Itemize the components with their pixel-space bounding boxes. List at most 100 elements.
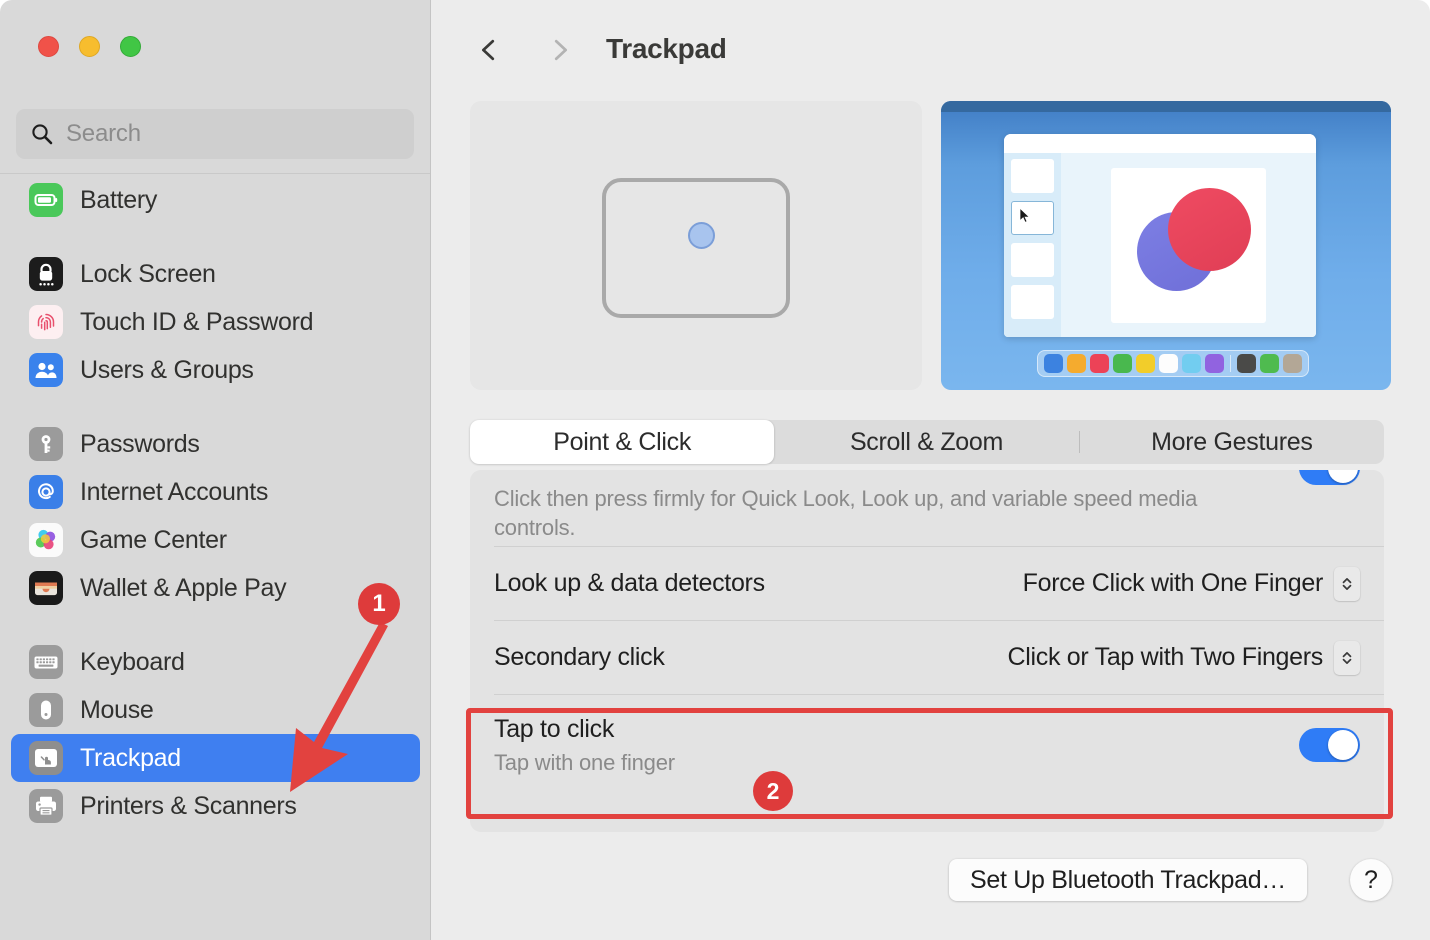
sidebar-item-label: Internet Accounts	[80, 477, 269, 506]
help-button[interactable]: ?	[1350, 859, 1392, 901]
secondary-click-popup[interactable]: Click or Tap with Two Fingers	[1007, 640, 1360, 675]
sidebar-item-label: Users & Groups	[80, 355, 254, 384]
tap-to-click-label: Tap to click	[494, 714, 615, 743]
wallet-icon	[29, 571, 63, 605]
secondary-click-value: Click or Tap with Two Fingers	[1007, 643, 1324, 671]
sidebar-divider	[0, 173, 430, 174]
dock-swatch	[1067, 354, 1086, 373]
chevron-right-icon	[545, 35, 575, 70]
preview-thumbnail	[1011, 285, 1054, 319]
tab-label: More Gestures	[1151, 427, 1313, 456]
touch-point-dot	[688, 222, 715, 249]
traffic-lights	[38, 36, 141, 57]
secondary-click-label: Secondary click	[494, 643, 665, 671]
chevron-updown-icon[interactable]	[1334, 640, 1360, 675]
lock-screen-icon	[29, 257, 63, 291]
keyboard-icon	[29, 645, 63, 679]
forward-button	[541, 33, 579, 71]
dock-swatch	[1113, 354, 1132, 373]
preview-color-dock	[1037, 350, 1309, 377]
game-center-icon	[29, 523, 63, 557]
segmented-tab-control[interactable]: Point & Click Scroll & Zoom More Gesture…	[470, 420, 1384, 464]
tap-to-click-text: Tap to click Tap with one finger	[494, 715, 675, 776]
dock-swatch	[1090, 354, 1109, 373]
tab-more-gestures[interactable]: More Gestures	[1080, 420, 1384, 464]
search-field[interactable]: Search	[16, 109, 414, 159]
toggle-knob	[1328, 470, 1358, 483]
annotation-arrow-icon	[260, 620, 410, 805]
dock-swatch	[1182, 354, 1201, 373]
force-click-description: Click then press firmly for Quick Look, …	[494, 486, 1198, 541]
sidebar-item-touch-id[interactable]: Touch ID & Password	[11, 298, 420, 346]
minimize-button[interactable]	[79, 36, 100, 57]
battery-icon	[29, 183, 63, 217]
search-placeholder: Search	[66, 120, 141, 147]
close-button[interactable]	[38, 36, 59, 57]
mouse-icon	[29, 693, 63, 727]
sidebar-item-label: Passwords	[80, 429, 200, 458]
preview-menu-bar	[941, 101, 1391, 112]
sidebar-item-label: Touch ID & Password	[80, 307, 314, 336]
sidebar-item-label: Lock Screen	[80, 259, 216, 288]
system-settings-window: Search Battery Lock Screen Touch ID & Pa…	[0, 0, 1430, 940]
preview-thumbnail	[1011, 159, 1054, 193]
sidebar-item-game-center[interactable]: Game Center	[11, 516, 420, 564]
preview-window-body	[1004, 153, 1316, 337]
zoom-button[interactable]	[120, 36, 141, 57]
sidebar-item-label: Battery	[80, 185, 158, 214]
tap-to-click-toggle[interactable]	[1299, 728, 1360, 762]
force-click-toggle[interactable]	[1299, 470, 1360, 485]
preview-thumbnail-selected	[1011, 201, 1054, 235]
sidebar-group-3: Passwords Internet Accounts Game Center …	[0, 420, 431, 612]
look-up-value: Force Click with One Finger	[1022, 569, 1324, 597]
sidebar-list[interactable]: Battery Lock Screen Touch ID & Password …	[0, 176, 431, 940]
internet-accounts-icon	[29, 475, 63, 509]
red-circle-shape	[1168, 187, 1251, 271]
trackpad-outline-icon	[602, 178, 790, 318]
dock-swatch	[1237, 354, 1256, 373]
chevron-updown-icon[interactable]	[1334, 566, 1360, 601]
dock-swatch	[1205, 354, 1224, 373]
printer-icon	[29, 789, 63, 823]
tab-label: Point & Click	[553, 427, 692, 456]
dock-separator	[1230, 355, 1231, 372]
sidebar-group-2: Lock Screen Touch ID & Password Users & …	[0, 250, 431, 394]
desktop-preview-panel	[941, 101, 1391, 390]
tap-to-click-sublabel: Tap with one finger	[494, 749, 675, 775]
sidebar-item-internet-accounts[interactable]: Internet Accounts	[11, 468, 420, 516]
sidebar-item-users-groups[interactable]: Users & Groups	[11, 346, 420, 394]
setup-button-label: Set Up Bluetooth Trackpad…	[970, 865, 1286, 894]
trackpad-icon	[29, 741, 63, 775]
tap-to-click-row[interactable]: Tap to click Tap with one finger	[470, 695, 1384, 795]
users-groups-icon	[29, 353, 63, 387]
secondary-click-row[interactable]: Secondary click Click or Tap with Two Fi…	[470, 621, 1384, 694]
sidebar-group-1: Battery	[0, 176, 431, 224]
sidebar-item-label: Trackpad	[80, 743, 181, 772]
set-up-bluetooth-trackpad-button[interactable]: Set Up Bluetooth Trackpad…	[949, 859, 1307, 901]
look-up-row[interactable]: Look up & data detectors Force Click wit…	[470, 547, 1384, 620]
look-up-popup[interactable]: Force Click with One Finger	[1022, 566, 1360, 601]
force-click-row[interactable]: Click then press firmly for Quick Look, …	[470, 470, 1384, 546]
sidebar-item-battery[interactable]: Battery	[11, 176, 420, 224]
tab-point-and-click[interactable]: Point & Click	[470, 420, 775, 464]
dock-swatch	[1260, 354, 1279, 373]
sidebar-item-passwords[interactable]: Passwords	[11, 420, 420, 468]
preview-app-window	[1004, 134, 1316, 337]
back-button[interactable]	[470, 33, 508, 71]
dock-swatch	[1159, 354, 1178, 373]
page-title: Trackpad	[606, 33, 727, 64]
dock-swatch	[1283, 354, 1302, 373]
touch-id-icon	[29, 305, 63, 339]
passwords-key-icon	[29, 427, 63, 461]
sidebar-item-label: Wallet & Apple Pay	[80, 573, 287, 602]
sidebar-item-lock-screen[interactable]: Lock Screen	[11, 250, 420, 298]
chevron-left-icon	[474, 35, 504, 70]
tab-scroll-and-zoom[interactable]: Scroll & Zoom	[774, 420, 1078, 464]
preview-canvas	[1061, 153, 1316, 337]
search-icon	[30, 122, 54, 146]
sidebar-item-label: Keyboard	[80, 647, 185, 676]
dock-swatch	[1136, 354, 1155, 373]
preview-window-titlebar	[1004, 134, 1316, 153]
